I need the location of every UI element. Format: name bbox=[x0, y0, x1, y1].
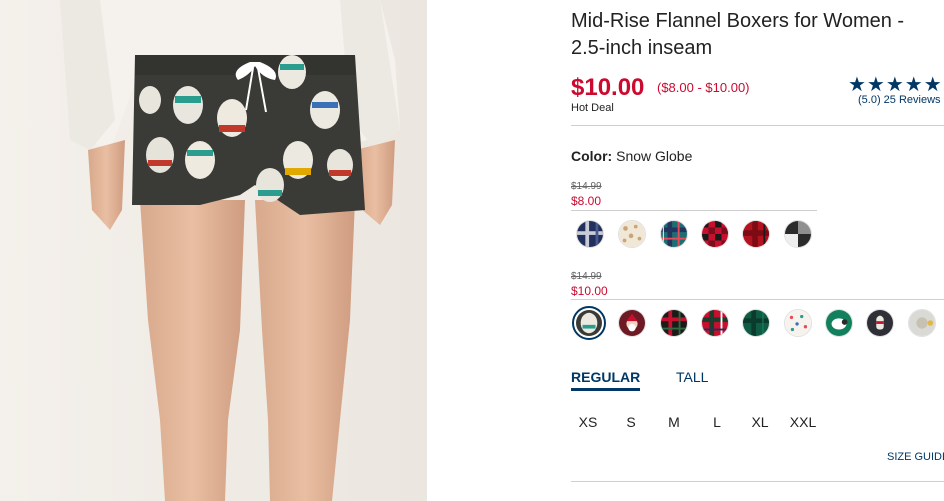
divider bbox=[571, 299, 944, 300]
size-option-s[interactable]: S bbox=[614, 414, 648, 430]
size-option-xl[interactable]: XL bbox=[743, 414, 777, 430]
swatch-row-sale bbox=[571, 218, 831, 258]
swatch-red-tartan[interactable] bbox=[701, 309, 729, 337]
swatch-black-red-tartan[interactable] bbox=[660, 309, 688, 337]
hot-deal-badge: Hot Deal bbox=[571, 102, 614, 114]
product-photo bbox=[0, 0, 427, 501]
color-label-title: Color: bbox=[571, 148, 613, 164]
original-price: $14.99 bbox=[571, 181, 602, 192]
swatch-santa-print[interactable] bbox=[618, 309, 646, 337]
sale-price: $10.00 bbox=[571, 284, 608, 298]
reviews-link[interactable]: (5.0) 25 Reviews bbox=[858, 94, 941, 106]
divider bbox=[571, 210, 817, 211]
product-price: $10.00 bbox=[571, 74, 645, 101]
swatch-green-tartan[interactable] bbox=[742, 309, 770, 337]
size-option-xs[interactable]: XS bbox=[571, 414, 605, 430]
divider bbox=[571, 125, 944, 126]
size-guide-link[interactable]: SIZE GUIDE bbox=[887, 451, 944, 463]
original-price: $14.99 bbox=[571, 271, 602, 282]
swatch-leopard-print[interactable] bbox=[618, 220, 646, 248]
swatch-polka-dot[interactable] bbox=[784, 309, 812, 337]
swatch-snow-globe[interactable] bbox=[572, 306, 606, 340]
size-option-xxl[interactable]: XXL bbox=[786, 414, 820, 430]
sale-price: $8.00 bbox=[571, 194, 602, 208]
product-title: Mid-Rise Flannel Boxers for Women - 2.5-… bbox=[571, 10, 905, 59]
tab-regular[interactable]: REGULAR bbox=[571, 369, 641, 391]
swatch-gray-print[interactable] bbox=[908, 309, 936, 337]
swatch-red-buffalo-check[interactable] bbox=[701, 220, 729, 248]
divider bbox=[571, 481, 944, 482]
swatch-teal-tartan[interactable] bbox=[660, 220, 688, 248]
swatch-row-full-price bbox=[571, 306, 944, 346]
selected-color-name: Snow Globe bbox=[616, 148, 693, 164]
product-image bbox=[0, 0, 427, 501]
swatch-red-plaid[interactable] bbox=[742, 220, 770, 248]
swatch-black-white-check[interactable] bbox=[784, 220, 812, 248]
swatch-sheep-print[interactable] bbox=[825, 309, 853, 337]
size-option-l[interactable]: L bbox=[700, 414, 734, 430]
tab-tall[interactable]: TALL bbox=[676, 369, 708, 385]
price-range: ($8.00 - $10.00) bbox=[657, 80, 750, 95]
swatch-navy-plaid[interactable] bbox=[576, 220, 604, 248]
swatch-llama-print[interactable] bbox=[866, 309, 894, 337]
color-label: Color: Snow Globe bbox=[571, 148, 692, 164]
size-option-m[interactable]: M bbox=[657, 414, 691, 430]
